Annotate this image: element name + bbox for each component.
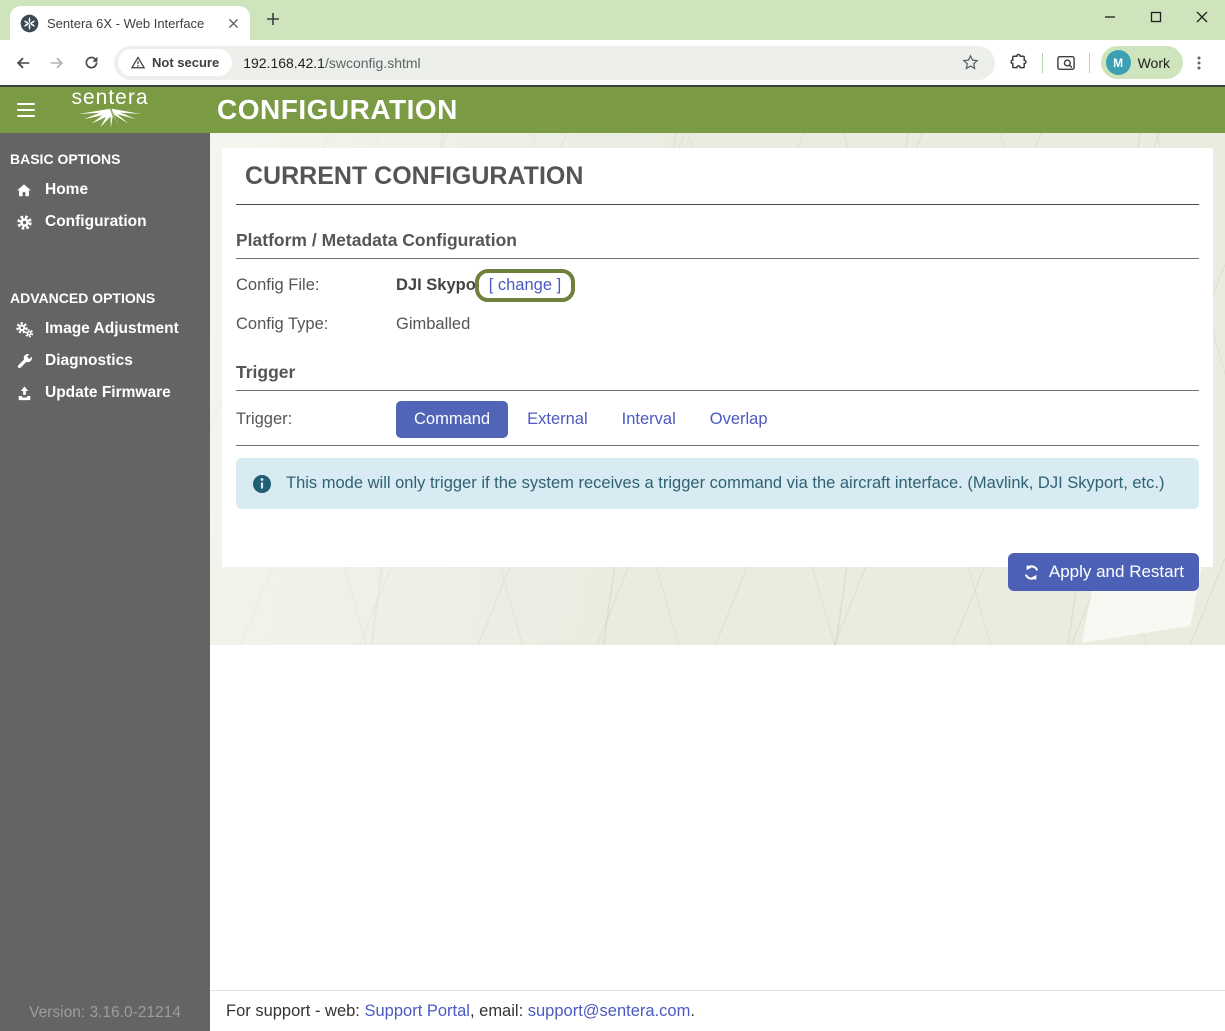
side-panel-search-icon[interactable] [1050, 47, 1082, 79]
sidebar: BASIC OPTIONS Home Configuration ADVANCE… [0, 133, 210, 1031]
sidebar-item-label: Home [45, 181, 88, 199]
security-chip[interactable]: Not secure [118, 49, 232, 76]
home-icon [14, 182, 34, 199]
url-bar[interactable]: Not secure 192.168.42.1/swconfig.shtml [114, 46, 995, 80]
profile-chip[interactable]: M Work [1101, 46, 1183, 79]
sidebar-item-diagnostics[interactable]: Diagnostics [0, 345, 210, 377]
trigger-info-box: This mode will only trigger if the syste… [236, 458, 1199, 509]
apply-button-label: Apply and Restart [1049, 562, 1184, 582]
sidebar-item-image-adjustment[interactable]: Image Adjustment [0, 313, 210, 345]
forward-icon[interactable] [40, 46, 74, 80]
config-type-value: Gimballed [396, 315, 470, 334]
footer-text-prefix: For support - web: [226, 1002, 364, 1021]
warning-triangle-icon [131, 56, 145, 69]
sidebar-item-configuration[interactable]: Configuration [0, 206, 210, 238]
trigger-section-heading: Trigger [236, 362, 1199, 391]
config-type-row: Config Type: Gimballed [236, 312, 1199, 337]
browser-tabstrip: Sentera 6X - Web Interface [0, 0, 1225, 40]
browser-tab[interactable]: Sentera 6X - Web Interface [10, 6, 250, 40]
trigger-option-overlap[interactable]: Overlap [695, 401, 783, 438]
config-type-label: Config Type: [236, 315, 396, 334]
window-close-icon[interactable] [1179, 0, 1225, 34]
page-title: CURRENT CONFIGURATION [236, 162, 1199, 205]
gear-icon [14, 214, 34, 231]
apply-row: Apply and Restart [236, 553, 1199, 591]
browser-menu-icon[interactable] [1183, 47, 1215, 79]
trigger-option-interval[interactable]: Interval [607, 401, 691, 438]
support-portal-link[interactable]: Support Portal [364, 1002, 469, 1021]
trigger-info-text: This mode will only trigger if the syste… [286, 472, 1164, 495]
app-header: sentera CONFIGURATION [0, 85, 1225, 133]
window-minimize-icon[interactable] [1087, 0, 1133, 34]
url-path: /swconfig.shtml [325, 55, 421, 71]
profile-avatar: M [1106, 50, 1131, 75]
reload-icon[interactable] [74, 46, 108, 80]
browser-toolbar: Not secure 192.168.42.1/swconfig.shtml M… [0, 40, 1225, 85]
sidebar-item-label: Diagnostics [45, 352, 133, 370]
sidebar-item-home[interactable]: Home [0, 174, 210, 206]
upload-icon [14, 385, 34, 402]
url-text[interactable]: 192.168.42.1/swconfig.shtml [243, 55, 956, 71]
profile-name: Work [1138, 55, 1170, 71]
new-tab-button[interactable] [266, 12, 280, 31]
security-label: Not secure [152, 55, 219, 70]
window-controls [1087, 0, 1225, 34]
configuration-card: CURRENT CONFIGURATION Platform / Metadat… [222, 148, 1213, 567]
sidebar-item-label: Configuration [45, 213, 147, 231]
bookmark-star-icon[interactable] [957, 49, 985, 77]
tab-title: Sentera 6X - Web Interface [47, 16, 216, 31]
trigger-option-command[interactable]: Command [396, 401, 508, 438]
sidebar-heading-advanced: ADVANCED OPTIONS [0, 272, 210, 313]
toolbar-separator [1042, 53, 1043, 73]
footer-text-suffix: . [690, 1002, 695, 1021]
apply-and-restart-button[interactable]: Apply and Restart [1008, 553, 1199, 591]
info-icon [252, 474, 272, 494]
sidebar-heading-basic: BASIC OPTIONS [0, 133, 210, 174]
sidebar-item-update-firmware[interactable]: Update Firmware [0, 377, 210, 409]
config-file-row: Config File: DJI Skyport [ change ] [236, 269, 1199, 302]
main-content: CURRENT CONFIGURATION Platform / Metadat… [210, 133, 1225, 1031]
extensions-icon[interactable] [1003, 47, 1035, 79]
footer-text-mid: , email: [470, 1002, 528, 1021]
support-email-link[interactable]: support@sentera.com [528, 1002, 691, 1021]
platform-section-heading: Platform / Metadata Configuration [236, 230, 1199, 259]
window-maximize-icon[interactable] [1133, 0, 1179, 34]
toolbar-separator [1089, 53, 1090, 73]
trigger-label: Trigger: [236, 410, 396, 429]
gears-icon [14, 321, 34, 338]
sentera-logo-text: sentera [69, 88, 151, 107]
url-host: 192.168.42.1 [243, 55, 325, 71]
page-header-title: CONFIGURATION [217, 94, 458, 126]
sidebar-item-label: Update Firmware [45, 384, 171, 402]
wrench-icon [14, 353, 34, 370]
back-icon[interactable] [6, 46, 40, 80]
config-file-value: DJI Skyport [396, 276, 488, 295]
sentera-favicon-icon [20, 14, 39, 33]
sync-arrows-icon [1023, 564, 1040, 581]
config-file-label: Config File: [236, 276, 396, 295]
tab-close-icon[interactable] [224, 14, 242, 32]
sidebar-item-label: Image Adjustment [45, 320, 179, 338]
version-label: Version: 3.16.0-21214 [0, 1004, 210, 1022]
sentera-logo-fan-icon [74, 107, 146, 128]
change-link-highlight: [ change ] [475, 269, 575, 302]
sentera-logo[interactable]: sentera [69, 88, 151, 133]
support-footer: For support - web: Support Portal, email… [210, 990, 1225, 1031]
trigger-row: Trigger: Command External Interval Overl… [236, 401, 1199, 446]
trigger-option-external[interactable]: External [512, 401, 603, 438]
menu-icon[interactable] [17, 99, 35, 121]
config-file-change-link[interactable]: [ change ] [489, 276, 561, 294]
